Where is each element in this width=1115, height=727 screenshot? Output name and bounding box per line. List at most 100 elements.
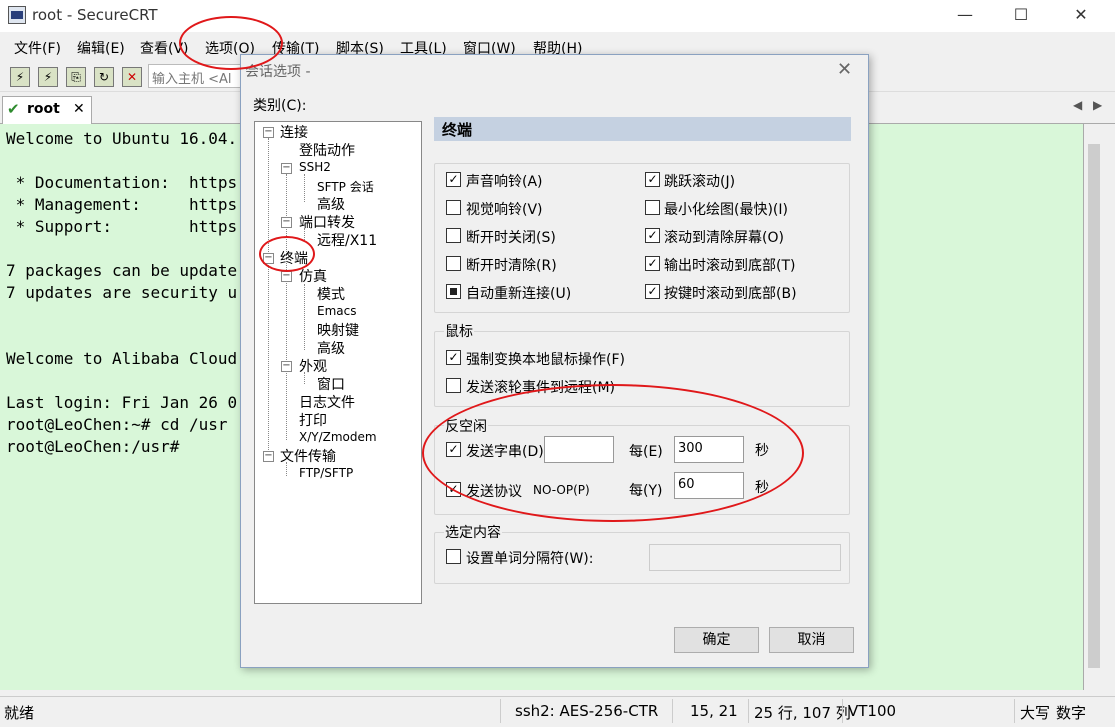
send-string-unit: 秒 bbox=[755, 443, 769, 459]
send-protocol-checkbox[interactable]: ✓ bbox=[446, 482, 461, 497]
tree-item-ssh2[interactable]: SSH2 bbox=[299, 160, 331, 174]
tree-item-log-file[interactable]: 日志文件 bbox=[299, 392, 355, 412]
securecrt-app-icon bbox=[8, 6, 26, 24]
tree-item-terminal[interactable]: 终端 bbox=[280, 248, 308, 268]
scroll-on-keypress-label: 按键时滚动到底部(B) bbox=[664, 286, 797, 302]
tree-item-window[interactable]: 窗口 bbox=[317, 374, 345, 394]
tab-label: root bbox=[27, 101, 60, 117]
status-caps: 大写 bbox=[1020, 704, 1051, 722]
anti-idle-group bbox=[434, 425, 850, 515]
close-window-button[interactable]: ✕ bbox=[1058, 2, 1104, 28]
tree-collapse-icon[interactable]: − bbox=[281, 217, 292, 228]
scroll-to-clear-checkbox[interactable]: ✓ bbox=[645, 228, 660, 243]
tree-item-remote-x11[interactable]: 远程/X11 bbox=[317, 230, 377, 250]
tree-collapse-icon[interactable]: − bbox=[263, 451, 274, 462]
status-bar: 就绪 ssh2: AES-256-CTR 15, 21 25 行, 107 列 … bbox=[0, 696, 1115, 727]
tree-line bbox=[304, 284, 305, 350]
send-string-checkbox[interactable]: ✓ bbox=[446, 442, 461, 457]
auto-reconnect-checkbox[interactable] bbox=[446, 284, 461, 299]
tree-collapse-icon[interactable]: − bbox=[263, 127, 274, 138]
sound-bell-label: 声音响铃(A) bbox=[466, 174, 543, 190]
tree-item-modes[interactable]: 模式 bbox=[317, 284, 345, 304]
jump-scroll-label: 跳跃滚动(J) bbox=[664, 174, 736, 190]
scroll-to-clear-label: 滚动到清除屏幕(O) bbox=[664, 230, 784, 246]
reconnect-icon[interactable]: ↻ bbox=[94, 67, 114, 87]
visual-bell-checkbox[interactable] bbox=[446, 200, 461, 215]
tree-item-connection[interactable]: 连接 bbox=[280, 122, 308, 142]
connect-icon[interactable]: ⚡ bbox=[10, 67, 30, 87]
title-bar: root - SecureCRT — ☐ ✕ bbox=[0, 0, 1115, 32]
menu-edit[interactable]: 编辑(E) bbox=[77, 38, 125, 58]
tree-item-xyzmodem[interactable]: X/Y/Zmodem bbox=[299, 430, 377, 444]
scroll-on-keypress-checkbox[interactable]: ✓ bbox=[645, 284, 660, 299]
connect-in-tab-icon[interactable]: ⎘ bbox=[66, 67, 86, 87]
tree-item-appearance[interactable]: 外观 bbox=[299, 356, 327, 376]
status-separator bbox=[748, 699, 749, 723]
send-string-input[interactable] bbox=[544, 436, 614, 463]
tree-item-sftp-session[interactable]: SFTP 会话 bbox=[317, 178, 374, 195]
quick-connect-icon[interactable]: ⚡ bbox=[38, 67, 58, 87]
category-tree[interactable]: − 连接 登陆动作 − SSH2 SFTP 会话 高级 − 端口转发 远程/X1… bbox=[254, 121, 422, 604]
tree-line bbox=[268, 138, 269, 458]
send-string-seconds-input[interactable]: 300 bbox=[674, 436, 744, 463]
scroll-on-output-label: 输出时滚动到底部(T) bbox=[664, 258, 796, 274]
word-delimiter-checkbox[interactable] bbox=[446, 549, 461, 564]
tree-collapse-icon[interactable]: − bbox=[281, 271, 292, 282]
tree-item-mapped-keys[interactable]: 映射键 bbox=[317, 320, 359, 340]
menu-file[interactable]: 文件(F) bbox=[14, 38, 61, 58]
word-delimiter-input[interactable] bbox=[649, 544, 841, 571]
scroll-on-output-checkbox[interactable]: ✓ bbox=[645, 256, 660, 271]
dialog-close-icon[interactable]: ✕ bbox=[837, 59, 852, 80]
minimize-drawing-checkbox[interactable] bbox=[645, 200, 660, 215]
sound-bell-checkbox[interactable]: ✓ bbox=[446, 172, 461, 187]
maximize-button[interactable]: ☐ bbox=[998, 2, 1044, 28]
tab-scroll-left-icon[interactable]: ◀ bbox=[1073, 98, 1082, 112]
jump-scroll-checkbox[interactable]: ✓ bbox=[645, 172, 660, 187]
host-input[interactable]: 输入主机 <Al bbox=[148, 64, 248, 88]
tree-item-emulation-advanced[interactable]: 高级 bbox=[317, 338, 345, 358]
connected-check-icon: ✔ bbox=[7, 100, 20, 118]
menu-view[interactable]: 查看(V) bbox=[140, 38, 189, 58]
tree-collapse-icon[interactable]: − bbox=[281, 361, 292, 372]
status-num: 数字 bbox=[1056, 704, 1087, 722]
force-local-mouse-checkbox[interactable]: ✓ bbox=[446, 350, 461, 365]
window-title: root - SecureCRT bbox=[32, 6, 158, 24]
tree-item-port-forwarding[interactable]: 端口转发 bbox=[299, 212, 355, 232]
disconnect-icon[interactable]: ✕ bbox=[122, 67, 142, 87]
clear-on-disconnect-checkbox[interactable] bbox=[446, 256, 461, 271]
tree-item-ssh2-advanced[interactable]: 高级 bbox=[317, 194, 345, 214]
send-wheel-events-checkbox[interactable] bbox=[446, 378, 461, 393]
category-label: 类别(C): bbox=[253, 98, 307, 114]
tab-root[interactable]: ✔ root ✕ bbox=[2, 96, 92, 124]
force-local-mouse-label: 强制变换本地鼠标操作(F) bbox=[466, 352, 625, 368]
scrollbar-thumb[interactable] bbox=[1088, 144, 1100, 668]
send-protocol-type: NO-OP(P) bbox=[533, 483, 590, 497]
ok-button[interactable]: 确定 bbox=[674, 627, 759, 653]
anti-idle-group-label: 反空闲 bbox=[444, 416, 488, 436]
send-protocol-every-label: 每(Y) bbox=[629, 483, 663, 499]
close-on-disconnect-checkbox[interactable] bbox=[446, 228, 461, 243]
status-size: 25 行, 107 列 bbox=[754, 704, 851, 722]
tree-item-ftp-sftp[interactable]: FTP/SFTP bbox=[299, 466, 353, 480]
tree-item-login-actions[interactable]: 登陆动作 bbox=[299, 140, 355, 160]
status-separator bbox=[500, 699, 501, 723]
terminal-scrollbar[interactable] bbox=[1084, 124, 1106, 690]
tree-item-print[interactable]: 打印 bbox=[299, 410, 327, 430]
auto-reconnect-label: 自动重新连接(U) bbox=[466, 286, 572, 302]
send-protocol-seconds-input[interactable]: 60 bbox=[674, 472, 744, 499]
tab-scroll-right-icon[interactable]: ▶ bbox=[1093, 98, 1102, 112]
tree-item-emulation[interactable]: 仿真 bbox=[299, 266, 327, 286]
tree-item-emacs[interactable]: Emacs bbox=[317, 304, 356, 318]
cancel-button[interactable]: 取消 bbox=[769, 627, 854, 653]
minimize-drawing-label: 最小化绘图(最快)(I) bbox=[664, 202, 788, 218]
status-emulation: VT100 bbox=[848, 702, 897, 720]
send-string-label: 发送字串(D) bbox=[466, 444, 544, 460]
tab-close-icon[interactable]: ✕ bbox=[73, 101, 85, 117]
tree-item-file-transfer[interactable]: 文件传输 bbox=[280, 446, 336, 466]
section-header: 终端 bbox=[434, 117, 851, 141]
minimize-button[interactable]: — bbox=[942, 2, 988, 28]
dialog-title: 会话选项 - bbox=[245, 64, 311, 80]
status-cipher: ssh2: AES-256-CTR bbox=[515, 702, 659, 720]
tree-collapse-icon[interactable]: − bbox=[263, 253, 274, 264]
tree-collapse-icon[interactable]: − bbox=[281, 163, 292, 174]
